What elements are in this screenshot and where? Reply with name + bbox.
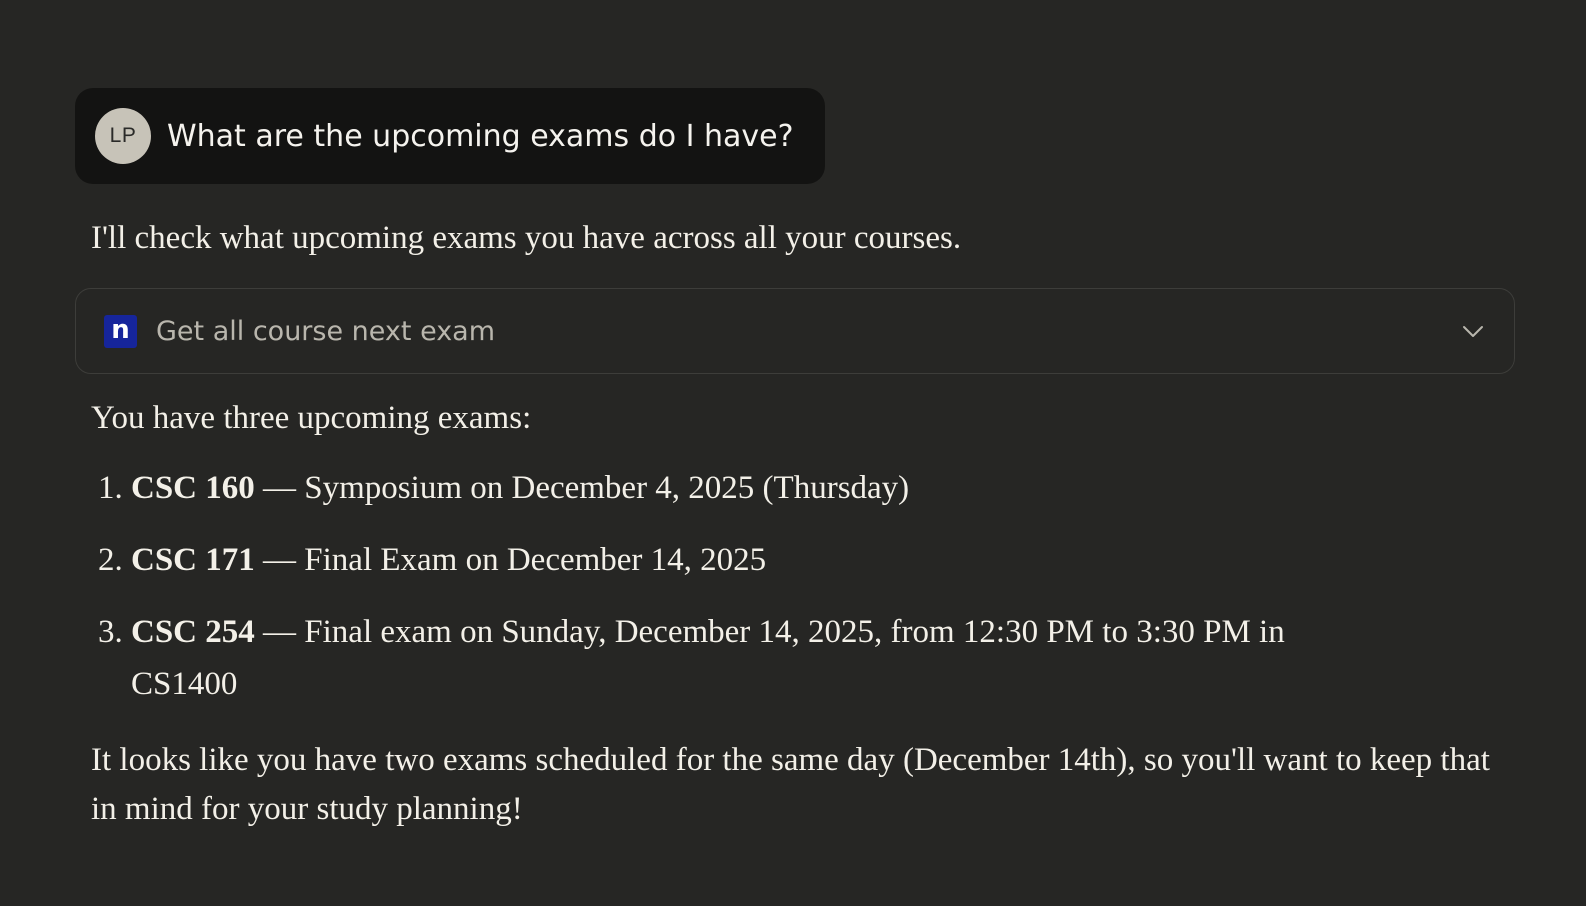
exam-item-text: CSC 254 — Final exam on Sunday, December… [131, 606, 1398, 710]
user-avatar[interactable]: LP [95, 108, 151, 164]
exam-course-code: CSC 254 [131, 614, 255, 650]
chevron-down-icon[interactable] [1460, 318, 1486, 344]
list-number: 2. [98, 542, 123, 578]
list-number: 3. [98, 614, 123, 650]
user-message-bubble: LP What are the upcoming exams do I have… [75, 88, 825, 184]
exam-list-item: 3. CSC 254 — Final exam on Sunday, Decem… [98, 606, 1398, 710]
list-number: 1. [98, 470, 123, 506]
notion-app-icon: n [104, 314, 137, 348]
exam-course-code: CSC 171 [131, 542, 255, 578]
exam-list-item: 1. CSC 160 — Symposium on December 4, 20… [98, 462, 1398, 514]
exam-item-text: CSC 160 — Symposium on December 4, 2025 … [131, 462, 1398, 514]
tool-call-label: Get all course next exam [156, 315, 496, 347]
exam-details: — Final Exam on December 14, 2025 [254, 542, 767, 578]
exam-details: — Symposium on December 4, 2025 (Thursda… [254, 470, 910, 506]
assistant-closing-text: It looks like you have two exams schedul… [91, 742, 1490, 827]
exam-list-item: 2. CSC 171 — Final Exam on December 14, … [98, 534, 1398, 586]
exam-list-lead: You have three upcoming exams: [91, 400, 532, 436]
user-message-text: What are the upcoming exams do I have? [167, 118, 794, 154]
tool-call-toggle[interactable]: n Get all course next exam [75, 288, 1515, 374]
exam-course-code: CSC 160 [131, 470, 255, 506]
exam-details: — Final exam on Sunday, December 14, 202… [131, 614, 1285, 702]
assistant-intro-text: I'll check what upcoming exams you have … [91, 220, 962, 256]
exam-item-text: CSC 171 — Final Exam on December 14, 202… [131, 534, 1398, 586]
